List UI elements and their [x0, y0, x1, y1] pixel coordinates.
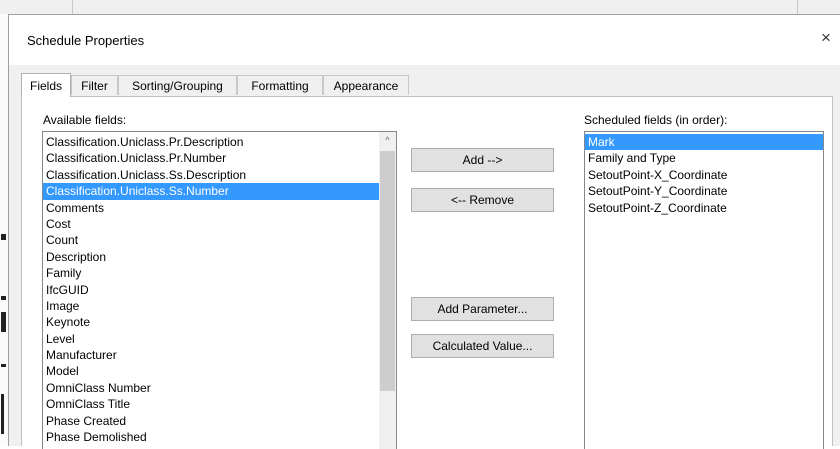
tab-formatting[interactable]: Formatting	[237, 75, 323, 95]
calculated-value-button[interactable]: Calculated Value...	[411, 334, 554, 358]
available-field-item[interactable]: Phase Demolished	[43, 429, 396, 445]
available-field-item[interactable]: Classification.Uniclass.Ss.Description	[43, 167, 396, 183]
scheduled-fields-list[interactable]: Mark Family and Type SetoutPoint-X_Coordin…	[584, 131, 824, 449]
available-field-item[interactable]: OmniClass Number	[43, 380, 396, 396]
remove-button[interactable]: <-- Remove	[411, 188, 554, 212]
available-field-item[interactable]: Image	[43, 298, 396, 314]
scheduled-fields-label: Scheduled fields (in order):	[584, 113, 728, 127]
available-field-item[interactable]: Manufacturer	[43, 347, 396, 363]
available-fields-scrollbar[interactable]: ^	[379, 132, 396, 449]
drawing-mark	[1, 296, 6, 300]
background-drawing-area	[0, 14, 8, 445]
background-divider	[72, 0, 73, 14]
available-field-item[interactable]: Classification.Uniclass.Pr.Description	[43, 134, 396, 150]
tab-fields[interactable]: Fields	[21, 73, 71, 97]
available-field-item[interactable]: Comments	[43, 200, 396, 216]
available-field-item[interactable]: Level	[43, 331, 396, 347]
available-fields-label: Available fields:	[43, 113, 127, 127]
available-field-item[interactable]: OmniClass Title	[43, 396, 396, 412]
drawing-mark	[1, 364, 6, 367]
available-field-item[interactable]: Classification.Uniclass.Ss.Number	[43, 183, 396, 200]
available-field-item[interactable]: Cost	[43, 216, 396, 232]
dialog-titlebar: Schedule Properties ×	[9, 15, 840, 65]
scheduled-field-item[interactable]: Mark	[585, 134, 823, 151]
scroll-up-icon[interactable]: ^	[379, 132, 396, 149]
tab-sorting-grouping[interactable]: Sorting/Grouping	[118, 75, 237, 95]
add-button[interactable]: Add -->	[411, 148, 554, 172]
available-field-item[interactable]: Count	[43, 232, 396, 248]
available-field-item[interactable]: Classification.Uniclass.Pr.Number	[43, 150, 396, 166]
drawing-mark	[1, 234, 6, 240]
dialog-title: Schedule Properties	[27, 33, 145, 48]
schedule-properties-dialog: Schedule Properties × Fields Filter Sort…	[8, 14, 840, 449]
available-field-item[interactable]: IfcGUID	[43, 282, 396, 298]
available-fields-list[interactable]: Classification.Uniclass.Pr.Description Cl…	[42, 131, 397, 449]
available-field-item[interactable]: Family	[43, 265, 396, 281]
background-divider	[797, 0, 798, 14]
available-field-item[interactable]: Model	[43, 363, 396, 379]
available-field-item[interactable]: Phase Created	[43, 413, 396, 429]
add-parameter-button[interactable]: Add Parameter...	[411, 297, 554, 321]
background-window-strip	[0, 0, 840, 14]
drawing-mark	[1, 312, 6, 332]
scheduled-field-item[interactable]: SetoutPoint-X_Coordinate	[585, 167, 823, 183]
fields-tab-panel: Available fields: Classification.Uniclas…	[21, 96, 833, 449]
scroll-thumb[interactable]	[380, 151, 395, 391]
scheduled-field-item[interactable]: SetoutPoint-Y_Coordinate	[585, 183, 823, 199]
tab-filter[interactable]: Filter	[71, 75, 118, 95]
tab-appearance[interactable]: Appearance	[323, 75, 409, 95]
available-field-item[interactable]: Description	[43, 249, 396, 265]
close-icon[interactable]: ×	[817, 28, 835, 48]
drawing-mark	[1, 394, 4, 434]
available-field-item[interactable]: Keynote	[43, 314, 396, 330]
scheduled-field-item[interactable]: Family and Type	[585, 150, 823, 166]
scheduled-field-item[interactable]: SetoutPoint-Z_Coordinate	[585, 200, 823, 216]
